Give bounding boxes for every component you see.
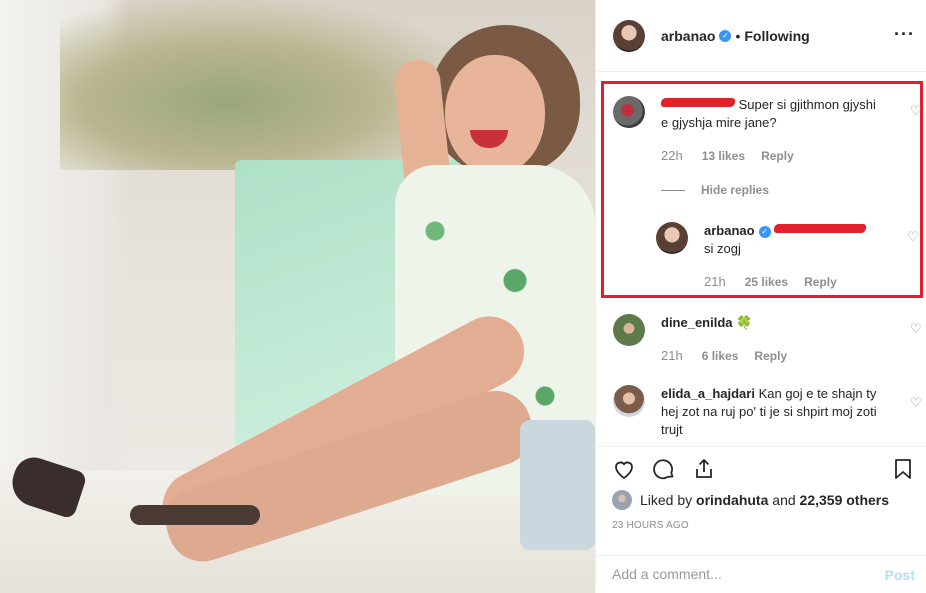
reply-item: arbanao ✓ si zogj 21h 25 likes Reply ♡ (656, 222, 919, 292)
like-comment-heart-icon[interactable]: ♡ (910, 322, 922, 335)
reply-button[interactable]: Reply (761, 149, 794, 163)
comment-time[interactable]: 21h (661, 348, 683, 363)
share-icon[interactable] (692, 457, 716, 481)
like-comment-heart-icon[interactable]: ♡ (910, 104, 922, 117)
author-avatar[interactable] (613, 19, 645, 52)
header-separator: • (735, 27, 741, 44)
post-sidebar: arbanao ✓ • Following ··· Super si gjith… (595, 0, 926, 593)
like-comment-heart-icon[interactable]: ♡ (910, 396, 922, 409)
author-username[interactable]: arbanao (661, 28, 715, 44)
commenter-avatar[interactable] (613, 96, 645, 128)
comment-meta: 22h 13 likes Reply (661, 148, 794, 163)
comment-username[interactable]: elida_a_hajdari (661, 386, 755, 401)
commenter-avatar[interactable] (613, 385, 645, 417)
hide-replies-label: Hide replies (701, 183, 770, 197)
comment-item: elida_a_hajdari Kan goj e te shajn ty he… (613, 385, 922, 445)
reply-meta: 21h 25 likes Reply (704, 274, 837, 289)
comment-username[interactable]: dine_enilda (661, 315, 733, 330)
post-timestamp[interactable]: 23 HOURS AGO (612, 520, 689, 531)
like-heart-icon[interactable] (612, 457, 636, 481)
follow-button[interactable]: Following (744, 28, 809, 44)
comment-item: dine_enilda 🍀 21h 6 likes Reply ♡ (613, 314, 922, 374)
post-actions: Liked by orindahuta and 22,359 others 23… (596, 446, 926, 593)
more-options-icon[interactable]: ··· (894, 24, 915, 45)
redacted-mention (773, 224, 868, 233)
reply-time[interactable]: 21h (704, 274, 726, 289)
liked-by-and: and (772, 492, 796, 508)
post-header: arbanao ✓ • Following ··· (596, 0, 926, 72)
comment-body: elida_a_hajdari Kan goj e te shajn ty he… (661, 385, 886, 439)
bookmark-icon[interactable] (891, 457, 915, 481)
comment-meta: 21h 6 likes Reply (661, 348, 787, 363)
liked-by-prefix: Liked by (640, 492, 693, 508)
reply-text: si zogj (704, 241, 741, 256)
reply-button[interactable]: Reply (754, 349, 787, 363)
like-comment-heart-icon[interactable]: ♡ (907, 230, 919, 243)
liked-by-user[interactable]: orindahuta (696, 492, 768, 508)
post-comment-button[interactable]: Post (885, 567, 915, 583)
reply-author-avatar[interactable] (656, 222, 688, 254)
action-icons (612, 457, 716, 481)
add-comment-input[interactable] (612, 566, 852, 582)
comment-likes[interactable]: 13 likes (702, 149, 745, 163)
redacted-username (660, 98, 736, 107)
commenter-avatar[interactable] (613, 314, 645, 346)
hide-replies-toggle[interactable]: Hide replies (661, 183, 769, 197)
comment-bubble-icon[interactable] (652, 457, 676, 481)
liked-by-count[interactable]: 22,359 others (800, 492, 890, 508)
liked-by-summary: Liked by orindahuta and 22,359 others (612, 490, 889, 510)
verified-badge-icon: ✓ (758, 226, 771, 238)
comment-time[interactable]: 22h (661, 148, 683, 163)
photo-face (445, 55, 545, 175)
reply-likes[interactable]: 25 likes (745, 275, 788, 289)
clover-emoji: 🍀 (736, 315, 753, 330)
comment-likes[interactable]: 6 likes (702, 349, 739, 363)
comment-body: dine_enilda 🍀 (661, 314, 881, 332)
reply-username[interactable]: arbanao (704, 223, 755, 238)
liker-avatar[interactable] (612, 490, 632, 510)
reply-body: arbanao ✓ si zogj (704, 222, 884, 258)
add-comment-bar: Post (596, 555, 926, 593)
comment-item: Super si gjithmon gjyshi e gjyshja mire … (613, 96, 922, 176)
reply-button[interactable]: Reply (804, 275, 837, 289)
photo-sandal (130, 505, 260, 525)
verified-badge-icon: ✓ (719, 29, 732, 42)
comment-body: Super si gjithmon gjyshi e gjyshja mire … (660, 96, 881, 132)
post-photo[interactable] (0, 0, 595, 593)
hide-replies-line (661, 189, 685, 191)
photo-shorts (520, 420, 595, 550)
